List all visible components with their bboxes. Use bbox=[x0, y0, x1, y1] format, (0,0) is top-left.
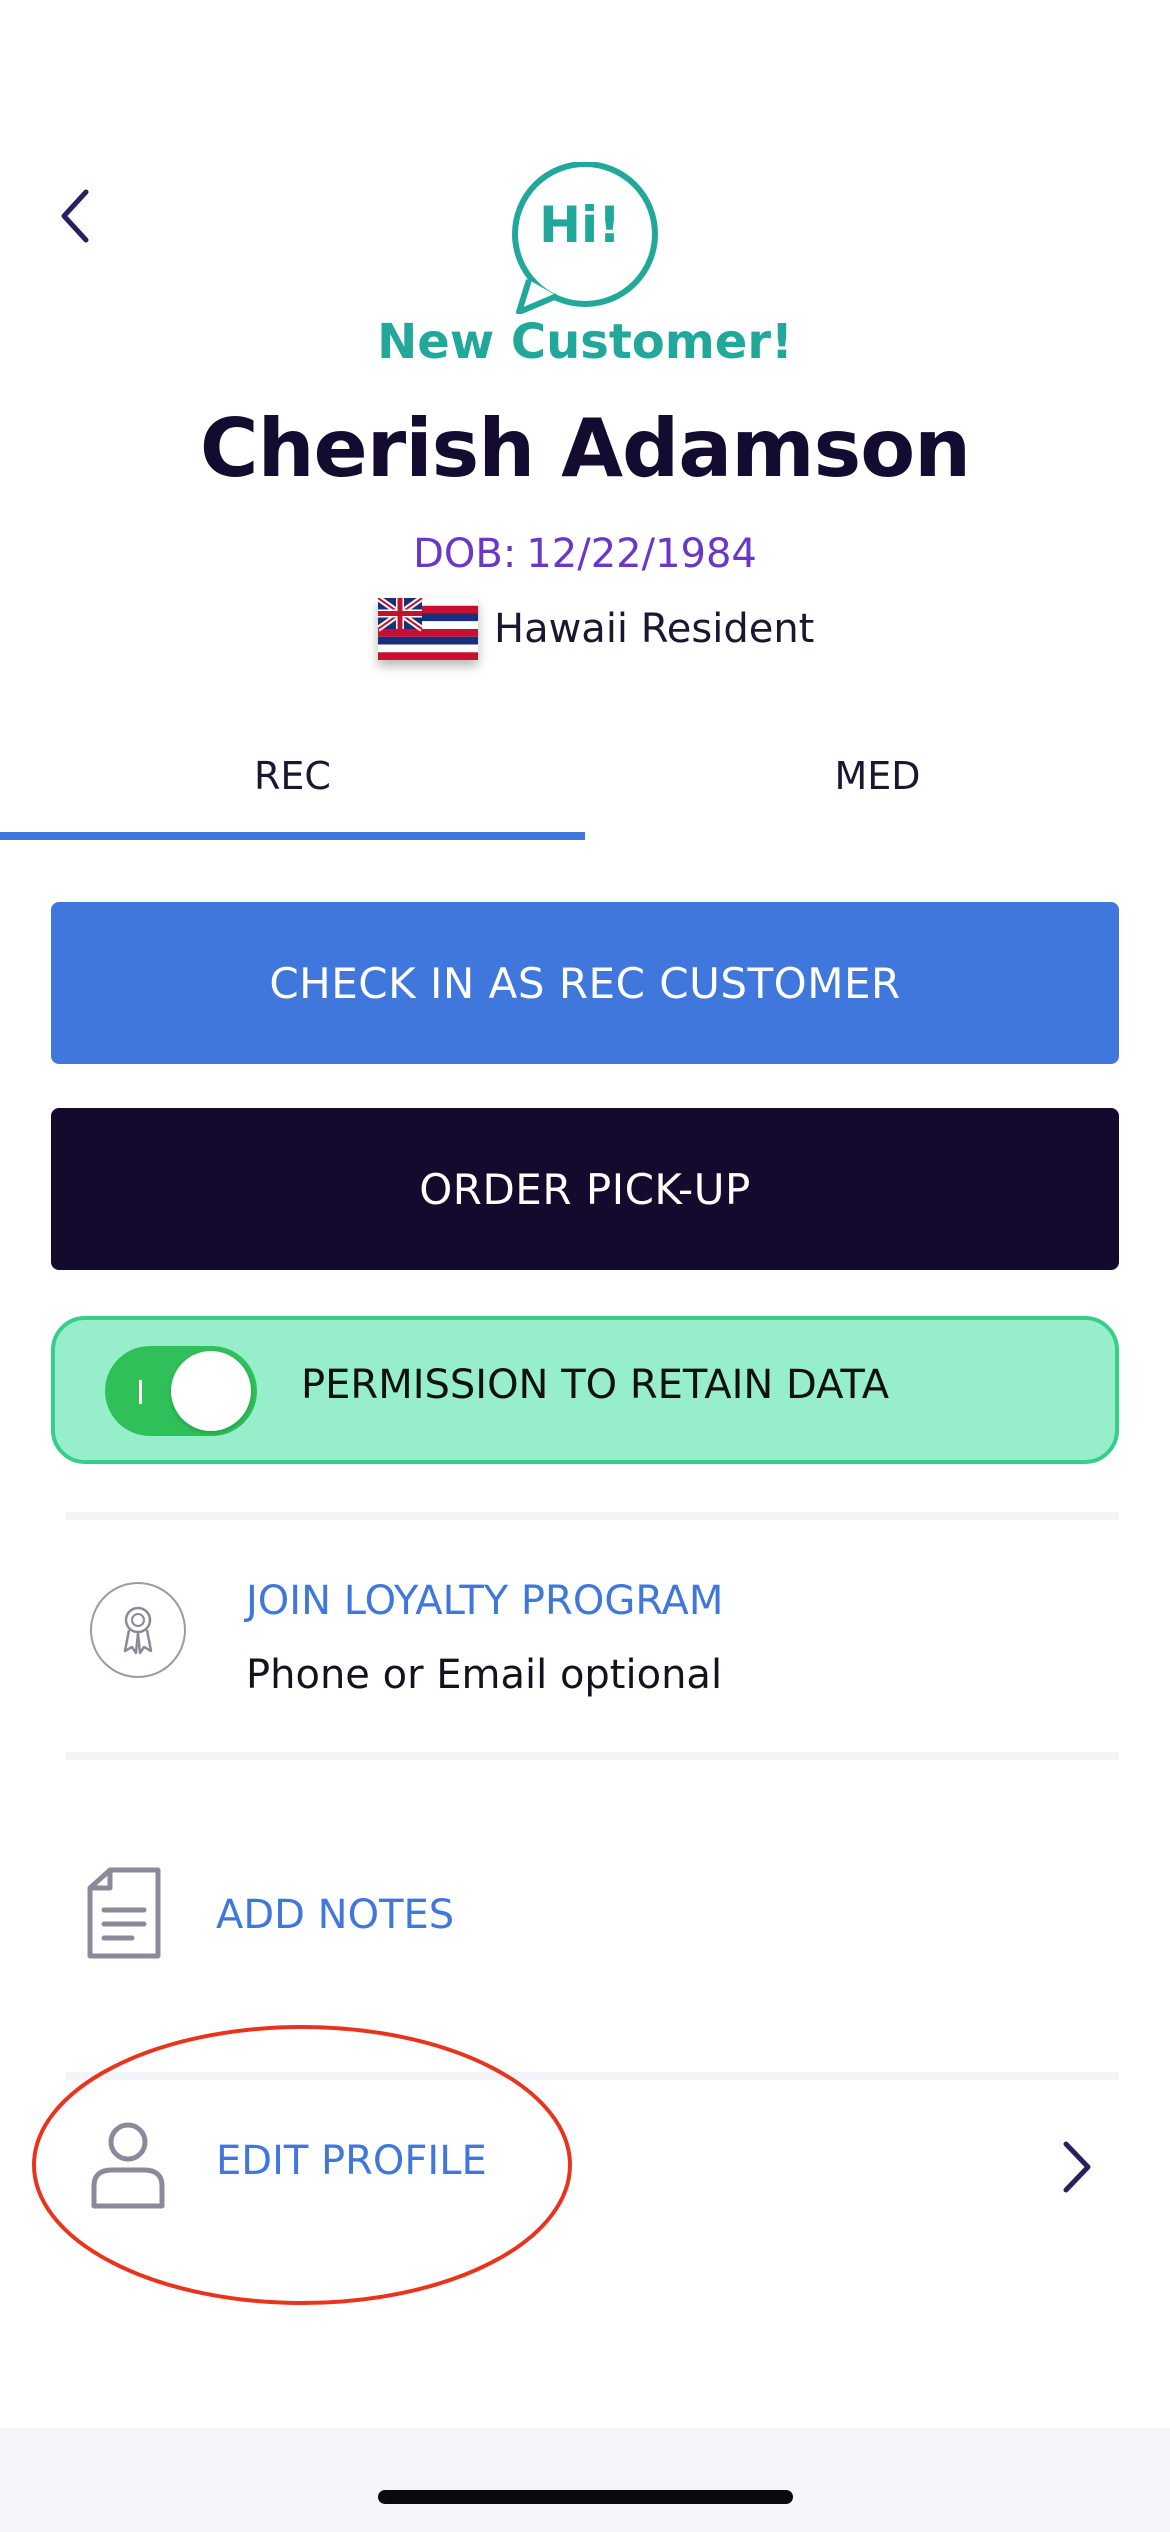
customer-profile-screen: Hi! New Customer! Cherish Adamson DOB: 12… bbox=[0, 0, 1170, 2532]
divider bbox=[66, 1752, 1119, 1760]
active-tab-indicator bbox=[0, 832, 585, 840]
home-indicator[interactable] bbox=[378, 2490, 793, 2504]
greeting-bubble-text: Hi! bbox=[539, 196, 621, 254]
back-button[interactable] bbox=[44, 176, 108, 256]
hawaii-flag-icon bbox=[378, 598, 478, 660]
loyalty-title: JOIN LOYALTY PROGRAM bbox=[246, 1578, 724, 1624]
join-loyalty-row[interactable]: JOIN LOYALTY PROGRAM Phone or Email opti… bbox=[66, 1524, 1119, 1752]
permission-toggle[interactable] bbox=[105, 1346, 257, 1436]
customer-status: New Customer! bbox=[377, 314, 793, 370]
person-icon bbox=[91, 2122, 165, 2209]
bottom-safe-area bbox=[0, 2428, 1170, 2532]
add-notes-row[interactable]: ADD NOTES bbox=[66, 1840, 1119, 2000]
dob: DOB: 12/22/1984 bbox=[0, 531, 1170, 577]
residency-text: Hawaii Resident bbox=[494, 606, 815, 652]
check-in-rec-button[interactable]: CHECK IN AS REC CUSTOMER bbox=[51, 902, 1119, 1064]
divider bbox=[66, 1512, 1119, 1520]
add-notes-label: ADD NOTES bbox=[216, 1892, 455, 1938]
tab-med[interactable]: MED bbox=[585, 718, 1170, 834]
permission-retain-data-row: PERMISSION TO RETAIN DATA bbox=[51, 1316, 1119, 1464]
dob-value: 12/22/1984 bbox=[526, 531, 757, 577]
chevron-right-icon bbox=[1063, 2141, 1091, 2193]
customer-name: Cherish Adamson bbox=[199, 402, 971, 495]
dob-label: DOB: bbox=[413, 531, 517, 577]
loyalty-subtitle: Phone or Email optional bbox=[246, 1652, 723, 1698]
chevron-left-icon bbox=[61, 189, 89, 243]
ribbon-award-icon bbox=[90, 1582, 186, 1678]
toggle-on-mark bbox=[139, 1380, 142, 1404]
edit-profile-label: EDIT PROFILE bbox=[216, 2138, 487, 2184]
permission-label: PERMISSION TO RETAIN DATA bbox=[301, 1362, 890, 1408]
tab-rec[interactable]: REC bbox=[0, 718, 585, 834]
document-icon bbox=[87, 1867, 161, 1959]
divider bbox=[66, 2072, 1119, 2080]
toggle-knob bbox=[171, 1351, 251, 1431]
order-pickup-button[interactable]: ORDER PICK-UP bbox=[51, 1108, 1119, 1270]
edit-profile-row[interactable]: EDIT PROFILE bbox=[66, 2092, 1119, 2242]
tab-bar: REC MED bbox=[0, 718, 1170, 842]
residency: Hawaii Resident bbox=[378, 594, 814, 664]
